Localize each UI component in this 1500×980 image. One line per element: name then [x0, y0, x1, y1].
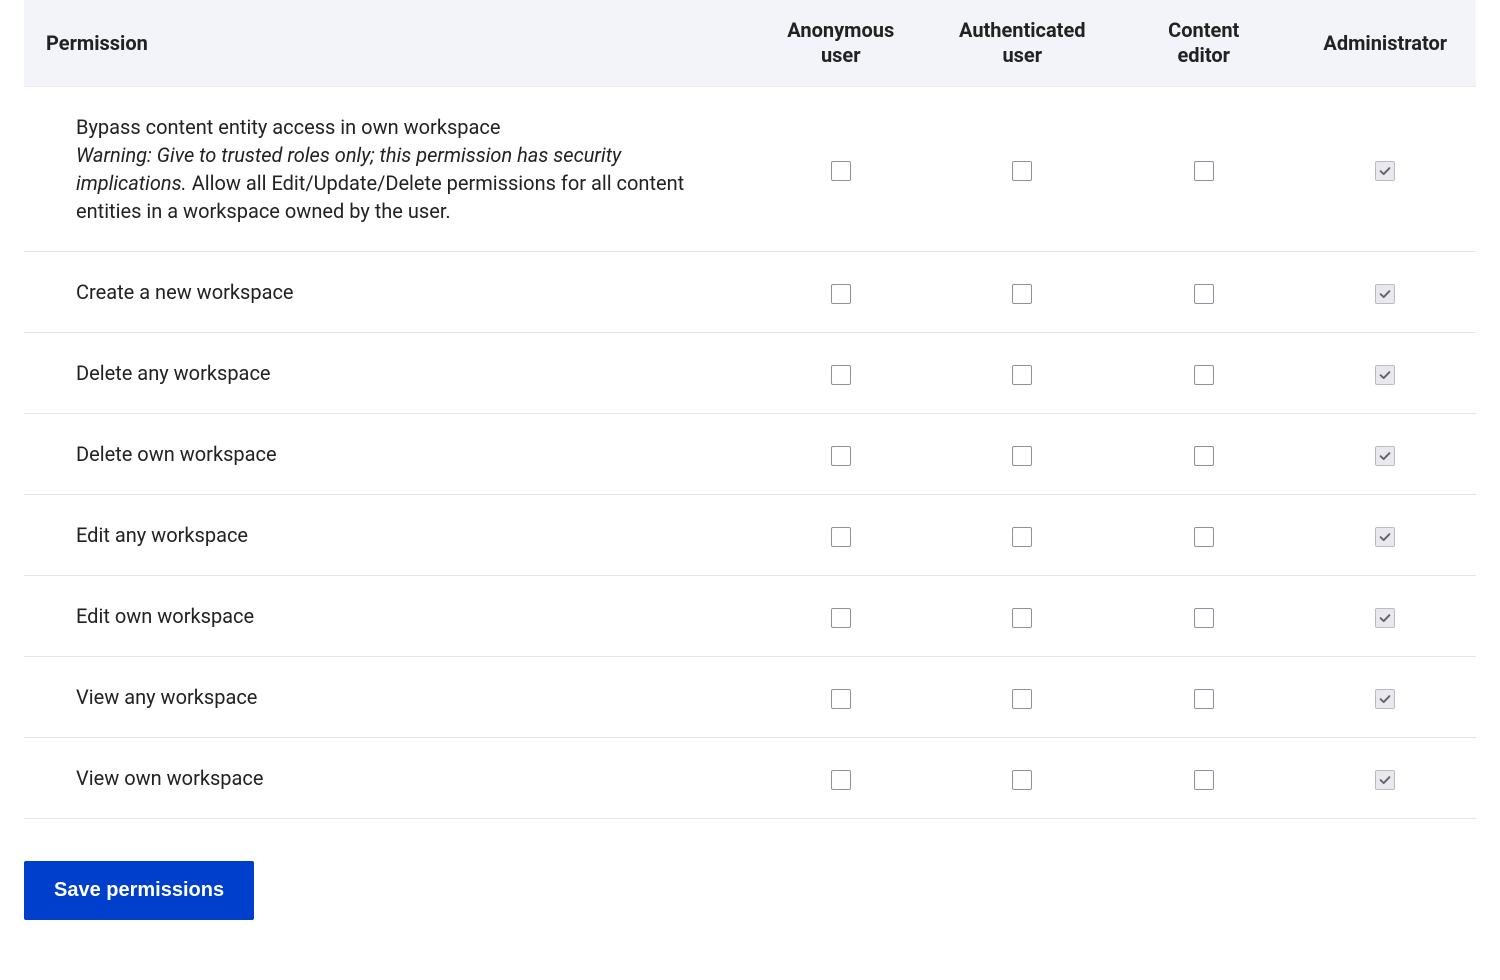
checkbox-cell — [932, 333, 1114, 414]
permission-checkbox-authenticated[interactable] — [1012, 284, 1032, 304]
checkbox-cell — [1295, 252, 1477, 333]
permission-title: Edit any workspace — [76, 523, 248, 547]
permission-checkbox-administrator — [1375, 608, 1395, 628]
permission-title: Delete own workspace — [76, 442, 277, 466]
table-row: View own workspace — [24, 738, 1476, 819]
table-row: Edit own workspace — [24, 576, 1476, 657]
permission-checkbox-content_editor[interactable] — [1194, 284, 1214, 304]
permission-cell: Delete own workspace — [24, 414, 750, 495]
permission-checkbox-content_editor[interactable] — [1194, 770, 1214, 790]
permission-cell: View any workspace — [24, 657, 750, 738]
permission-checkbox-authenticated[interactable] — [1012, 608, 1032, 628]
checkbox-cell — [1113, 333, 1295, 414]
permission-checkbox-authenticated[interactable] — [1012, 770, 1032, 790]
table-head: Permission Anonymoususer Authenticatedus… — [24, 0, 1476, 87]
save-permissions-button[interactable]: Save permissions — [24, 861, 254, 920]
permission-checkbox-administrator — [1375, 770, 1395, 790]
checkbox-cell — [1295, 576, 1477, 657]
checkbox-cell — [1113, 414, 1295, 495]
permission-cell: Create a new workspace — [24, 252, 750, 333]
checkbox-cell — [750, 333, 932, 414]
checkbox-cell — [750, 657, 932, 738]
header-role-content-editor: Contenteditor — [1113, 0, 1295, 87]
permission-checkbox-content_editor[interactable] — [1194, 527, 1214, 547]
checkbox-cell — [1113, 87, 1295, 252]
permission-checkbox-administrator — [1375, 446, 1395, 466]
header-permission: Permission — [24, 0, 750, 87]
checkbox-cell — [932, 657, 1114, 738]
checkbox-cell — [932, 87, 1114, 252]
permission-checkbox-content_editor[interactable] — [1194, 161, 1214, 181]
checkbox-cell — [932, 738, 1114, 819]
permission-checkbox-administrator — [1375, 527, 1395, 547]
permission-cell: Bypass content entity access in own work… — [24, 87, 750, 252]
permission-checkbox-authenticated[interactable] — [1012, 446, 1032, 466]
permission-checkbox-authenticated[interactable] — [1012, 527, 1032, 547]
permission-title: Edit own workspace — [76, 604, 254, 628]
permission-checkbox-administrator — [1375, 365, 1395, 385]
checkbox-cell — [1113, 252, 1295, 333]
permission-title: View any workspace — [76, 685, 257, 709]
permission-cell: Edit own workspace — [24, 576, 750, 657]
checkbox-cell — [1295, 87, 1477, 252]
header-role-anonymous: Anonymoususer — [750, 0, 932, 87]
permission-cell: Edit any workspace — [24, 495, 750, 576]
table-row: Edit any workspace — [24, 495, 1476, 576]
checkbox-cell — [1295, 333, 1477, 414]
permission-checkbox-content_editor[interactable] — [1194, 689, 1214, 709]
permission-checkbox-anonymous[interactable] — [831, 689, 851, 709]
permission-checkbox-content_editor[interactable] — [1194, 608, 1214, 628]
checkbox-cell — [1295, 738, 1477, 819]
permission-cell: Delete any workspace — [24, 333, 750, 414]
permission-checkbox-anonymous[interactable] — [831, 770, 851, 790]
checkbox-cell — [750, 414, 932, 495]
checkbox-cell — [1295, 495, 1477, 576]
permission-title: Delete any workspace — [76, 361, 271, 385]
checkbox-cell — [750, 252, 932, 333]
checkbox-cell — [1295, 414, 1477, 495]
permission-checkbox-administrator — [1375, 161, 1395, 181]
permission-checkbox-anonymous[interactable] — [831, 608, 851, 628]
checkbox-cell — [1295, 657, 1477, 738]
table-row: Bypass content entity access in own work… — [24, 87, 1476, 252]
table-row: Delete own workspace — [24, 414, 1476, 495]
permission-checkbox-administrator — [1375, 284, 1395, 304]
permission-cell: View own workspace — [24, 738, 750, 819]
checkbox-cell — [1113, 495, 1295, 576]
permissions-table: Permission Anonymoususer Authenticatedus… — [24, 0, 1476, 819]
checkbox-cell — [932, 414, 1114, 495]
permission-checkbox-anonymous[interactable] — [831, 527, 851, 547]
permission-checkbox-authenticated[interactable] — [1012, 365, 1032, 385]
permission-checkbox-anonymous[interactable] — [831, 161, 851, 181]
header-role-administrator: Administrator — [1295, 0, 1477, 87]
permission-checkbox-content_editor[interactable] — [1194, 446, 1214, 466]
checkbox-cell — [1113, 576, 1295, 657]
checkbox-cell — [750, 495, 932, 576]
permission-title: View own workspace — [76, 766, 264, 790]
permission-checkbox-content_editor[interactable] — [1194, 365, 1214, 385]
table-row: Delete any workspace — [24, 333, 1476, 414]
checkbox-cell — [1113, 657, 1295, 738]
permission-title: Create a new workspace — [76, 280, 294, 304]
permission-title: Bypass content entity access in own work… — [76, 115, 500, 139]
checkbox-cell — [750, 576, 932, 657]
permission-checkbox-anonymous[interactable] — [831, 284, 851, 304]
permission-checkbox-authenticated[interactable] — [1012, 161, 1032, 181]
header-role-authenticated: Authenticateduser — [932, 0, 1114, 87]
table-row: View any workspace — [24, 657, 1476, 738]
checkbox-cell — [932, 576, 1114, 657]
checkbox-cell — [750, 87, 932, 252]
permission-checkbox-anonymous[interactable] — [831, 365, 851, 385]
permission-checkbox-anonymous[interactable] — [831, 446, 851, 466]
checkbox-cell — [932, 252, 1114, 333]
checkbox-cell — [932, 495, 1114, 576]
permission-checkbox-administrator — [1375, 689, 1395, 709]
checkbox-cell — [1113, 738, 1295, 819]
checkbox-cell — [750, 738, 932, 819]
table-row: Create a new workspace — [24, 252, 1476, 333]
permission-checkbox-authenticated[interactable] — [1012, 689, 1032, 709]
